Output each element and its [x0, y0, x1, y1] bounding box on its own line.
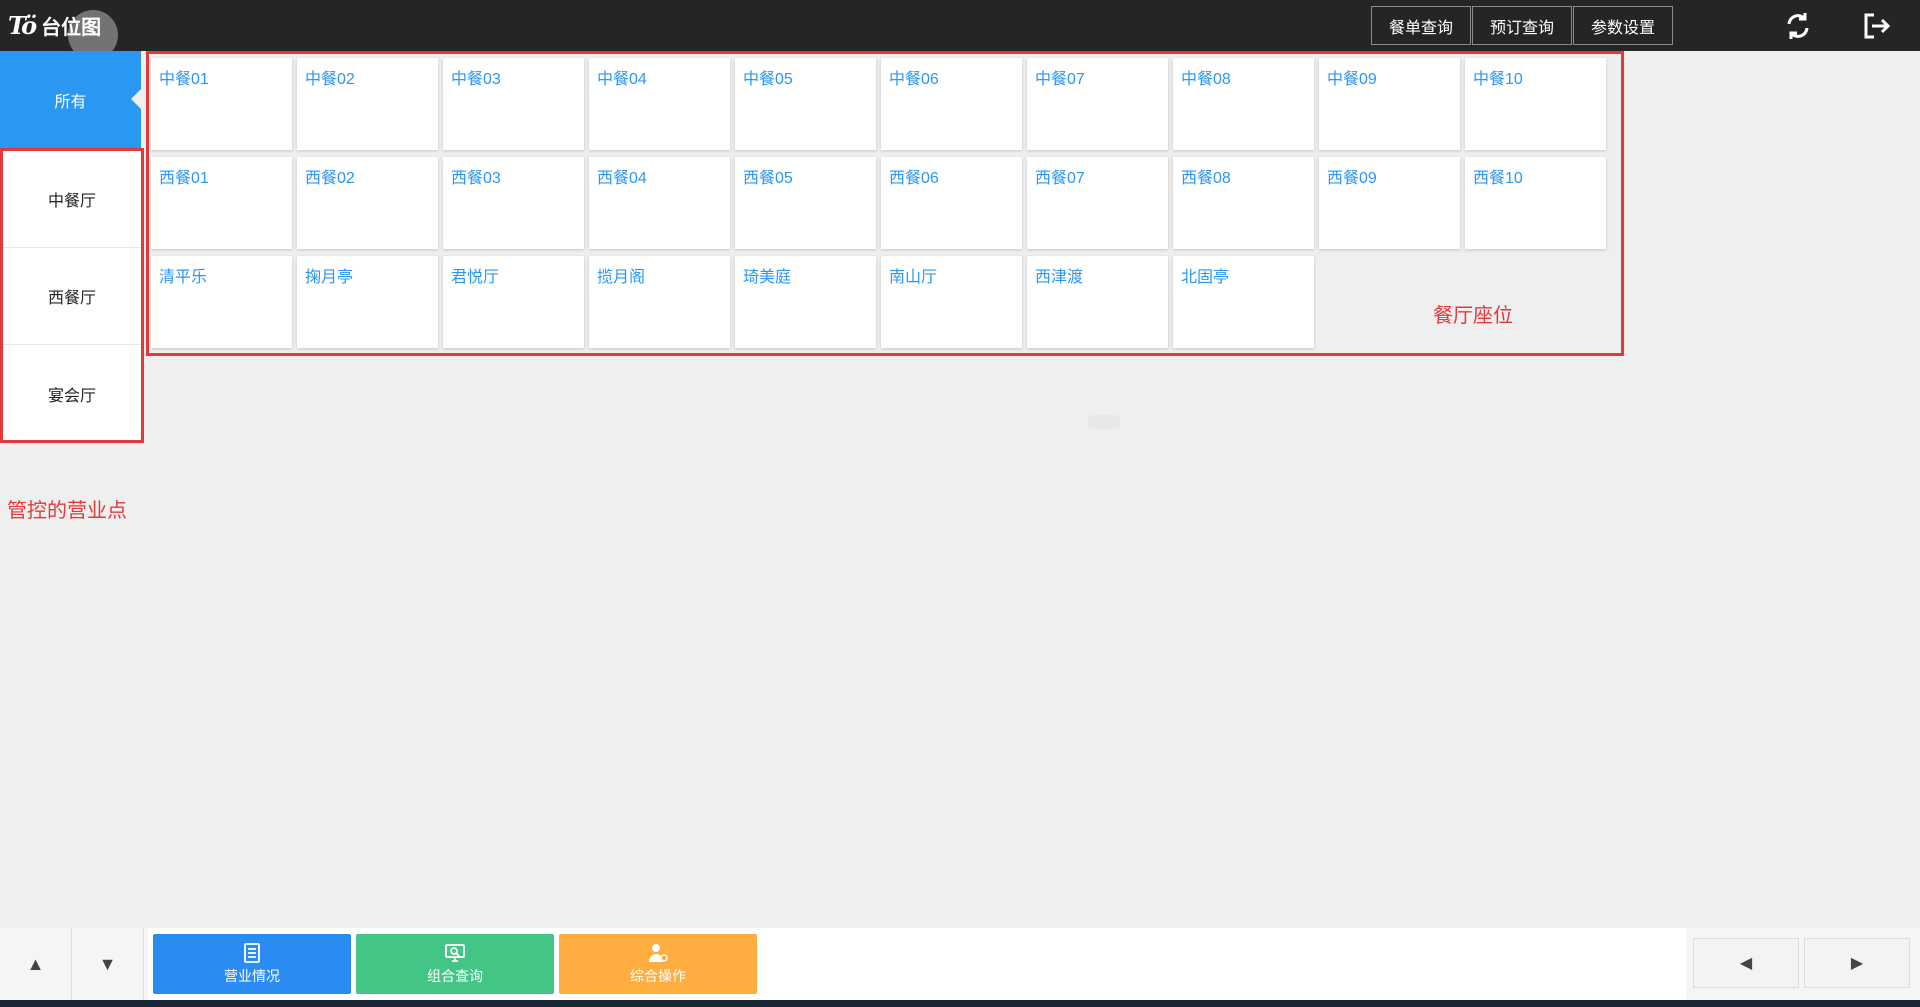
table-cell[interactable]: 掬月亭 — [297, 256, 438, 348]
sidebar-item-chinese-restaurant[interactable]: 中餐厅 — [3, 151, 141, 248]
table-cell[interactable]: 中餐05 — [735, 58, 876, 150]
table-cell[interactable]: 琦美庭 — [735, 256, 876, 348]
menu-settings-button[interactable]: 参数设置 — [1573, 6, 1673, 45]
integrated-operation-button[interactable]: 综合操作 — [559, 934, 757, 994]
table-cell[interactable]: 中餐09 — [1319, 58, 1460, 150]
table-cell[interactable]: 西餐03 — [443, 157, 584, 249]
table-cell[interactable]: 西餐07 — [1027, 157, 1168, 249]
table-cell[interactable]: 中餐07 — [1027, 58, 1168, 150]
logout-icon[interactable] — [1860, 10, 1892, 42]
scroll-down-button[interactable]: ▼ — [72, 928, 144, 1000]
table-cell[interactable]: 西餐05 — [735, 157, 876, 249]
triangle-up-icon: ▲ — [26, 953, 45, 974]
outlets-annotation: 管控的营业点 — [7, 500, 127, 522]
sidebar-item-all[interactable]: 所有 — [0, 51, 141, 148]
table-cell[interactable]: 清平乐 — [151, 256, 292, 348]
table-cell[interactable]: 中餐01 — [151, 58, 292, 150]
triangle-left-icon: ◀ — [1739, 955, 1753, 972]
table-cell[interactable]: 西餐08 — [1173, 157, 1314, 249]
table-cell[interactable]: 西餐01 — [151, 157, 292, 249]
loading-indicator — [1088, 415, 1120, 429]
menu-reservation-query-button[interactable]: 预订查询 — [1472, 6, 1572, 45]
combined-query-button[interactable]: 组合查询 — [356, 934, 554, 994]
table-cell[interactable]: 西餐02 — [297, 157, 438, 249]
page-prev-button[interactable]: ◀ — [1693, 938, 1799, 988]
scroll-up-button[interactable]: ▲ — [0, 928, 72, 1000]
table-cell[interactable]: 中餐10 — [1465, 58, 1606, 150]
logo-mark: Tö — [8, 10, 37, 40]
triangle-right-icon: ▶ — [1850, 955, 1864, 972]
menu-order-query-button[interactable]: 餐单查询 — [1371, 6, 1471, 45]
triangle-down-icon: ▼ — [98, 953, 117, 974]
table-cell[interactable]: 中餐03 — [443, 58, 584, 150]
table-cell[interactable]: 君悦厅 — [443, 256, 584, 348]
table-cell[interactable]: 西餐04 — [589, 157, 730, 249]
sidebar-item-western-restaurant[interactable]: 西餐厅 — [3, 248, 141, 345]
tables-annotation: 餐厅座位 — [1433, 305, 1513, 327]
app-logo: Tö 台位图 — [8, 10, 118, 60]
table-cell[interactable]: 中餐08 — [1173, 58, 1314, 150]
table-cell[interactable]: 西餐10 — [1465, 157, 1606, 249]
top-bar: Tö 台位图 餐单查询 预订查询 参数设置 — [0, 0, 1920, 60]
table-cell[interactable]: 西餐09 — [1319, 157, 1460, 249]
table-cell[interactable]: 西餐06 — [881, 157, 1022, 249]
monitor-search-icon — [445, 944, 465, 962]
table-cell[interactable]: 中餐06 — [881, 58, 1022, 150]
page-next-button[interactable]: ▶ — [1804, 938, 1910, 988]
sidebar-item-banquet-hall[interactable]: 宴会厅 — [3, 345, 141, 442]
table-cell[interactable]: 中餐02 — [297, 58, 438, 150]
refresh-icon[interactable] — [1782, 10, 1814, 42]
sidebar-outlet-list: 中餐厅 西餐厅 宴会厅 — [0, 148, 144, 443]
table-cell[interactable]: 南山厅 — [881, 256, 1022, 348]
table-cell[interactable]: 中餐04 — [589, 58, 730, 150]
combined-query-label: 组合查询 — [427, 968, 483, 984]
user-settings-icon — [649, 944, 668, 962]
table-cell[interactable]: 揽月阁 — [589, 256, 730, 348]
bottom-edge — [0, 1000, 1920, 1007]
business-status-label: 营业情况 — [224, 968, 280, 984]
document-icon — [244, 943, 260, 963]
table-cell[interactable]: 北固亭 — [1173, 256, 1314, 348]
table-cell[interactable]: 西津渡 — [1027, 256, 1168, 348]
app-title: 台位图 — [41, 16, 102, 39]
integrated-operation-label: 综合操作 — [630, 968, 686, 984]
business-status-button[interactable]: 营业情况 — [153, 934, 351, 994]
